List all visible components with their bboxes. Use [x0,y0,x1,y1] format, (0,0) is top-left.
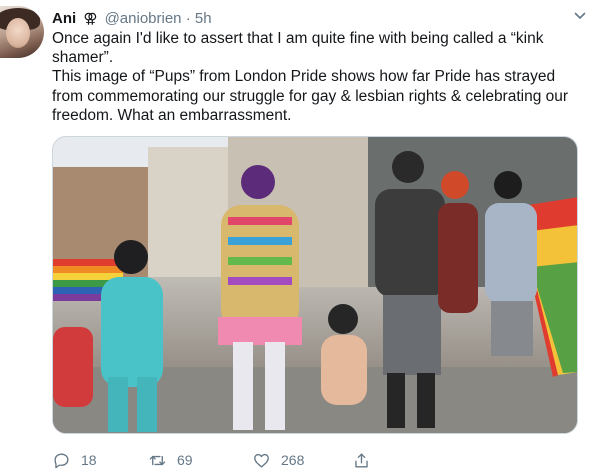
timestamp[interactable]: 5h [195,10,212,27]
author-symbol: ⚢ [83,10,98,26]
heart-icon [254,453,269,468]
separator-dot: · [185,10,191,27]
share-icon [355,452,368,468]
photo-illustration [53,137,577,433]
tweet-actions: 18 69 268 [52,448,572,472]
tweet-photo[interactable] [52,136,578,434]
retweet-icon [149,455,166,465]
tweet-paragraph: This image of “Pups” from London Pride s… [52,68,569,124]
reply-button[interactable]: 18 [52,448,97,472]
person-red-top [53,327,93,407]
tweet[interactable]: Ani ⚢ @aniobrien · 5h Once again I'd lik… [0,0,600,475]
chevron-down-icon[interactable] [574,10,586,22]
avatar-face [6,18,30,48]
person-kneeling [321,304,367,405]
author-name[interactable]: Ani [52,10,76,27]
retweet-count: 69 [177,452,193,468]
reply-count: 18 [81,452,97,468]
like-count: 268 [281,452,305,468]
author-handle[interactable]: @aniobrien [105,10,182,27]
like-button[interactable]: 268 [252,448,304,472]
tweet-paragraph: Once again I'd like to assert that I am … [52,30,544,67]
photo-building [148,147,228,277]
retweet-button[interactable]: 69 [148,448,193,472]
reply-icon [54,452,69,468]
avatar[interactable] [0,6,44,58]
tweet-text: Once again I'd like to assert that I am … [52,29,588,125]
share-button[interactable] [352,448,381,472]
tweet-header: Ani ⚢ @aniobrien · 5h [52,9,212,28]
